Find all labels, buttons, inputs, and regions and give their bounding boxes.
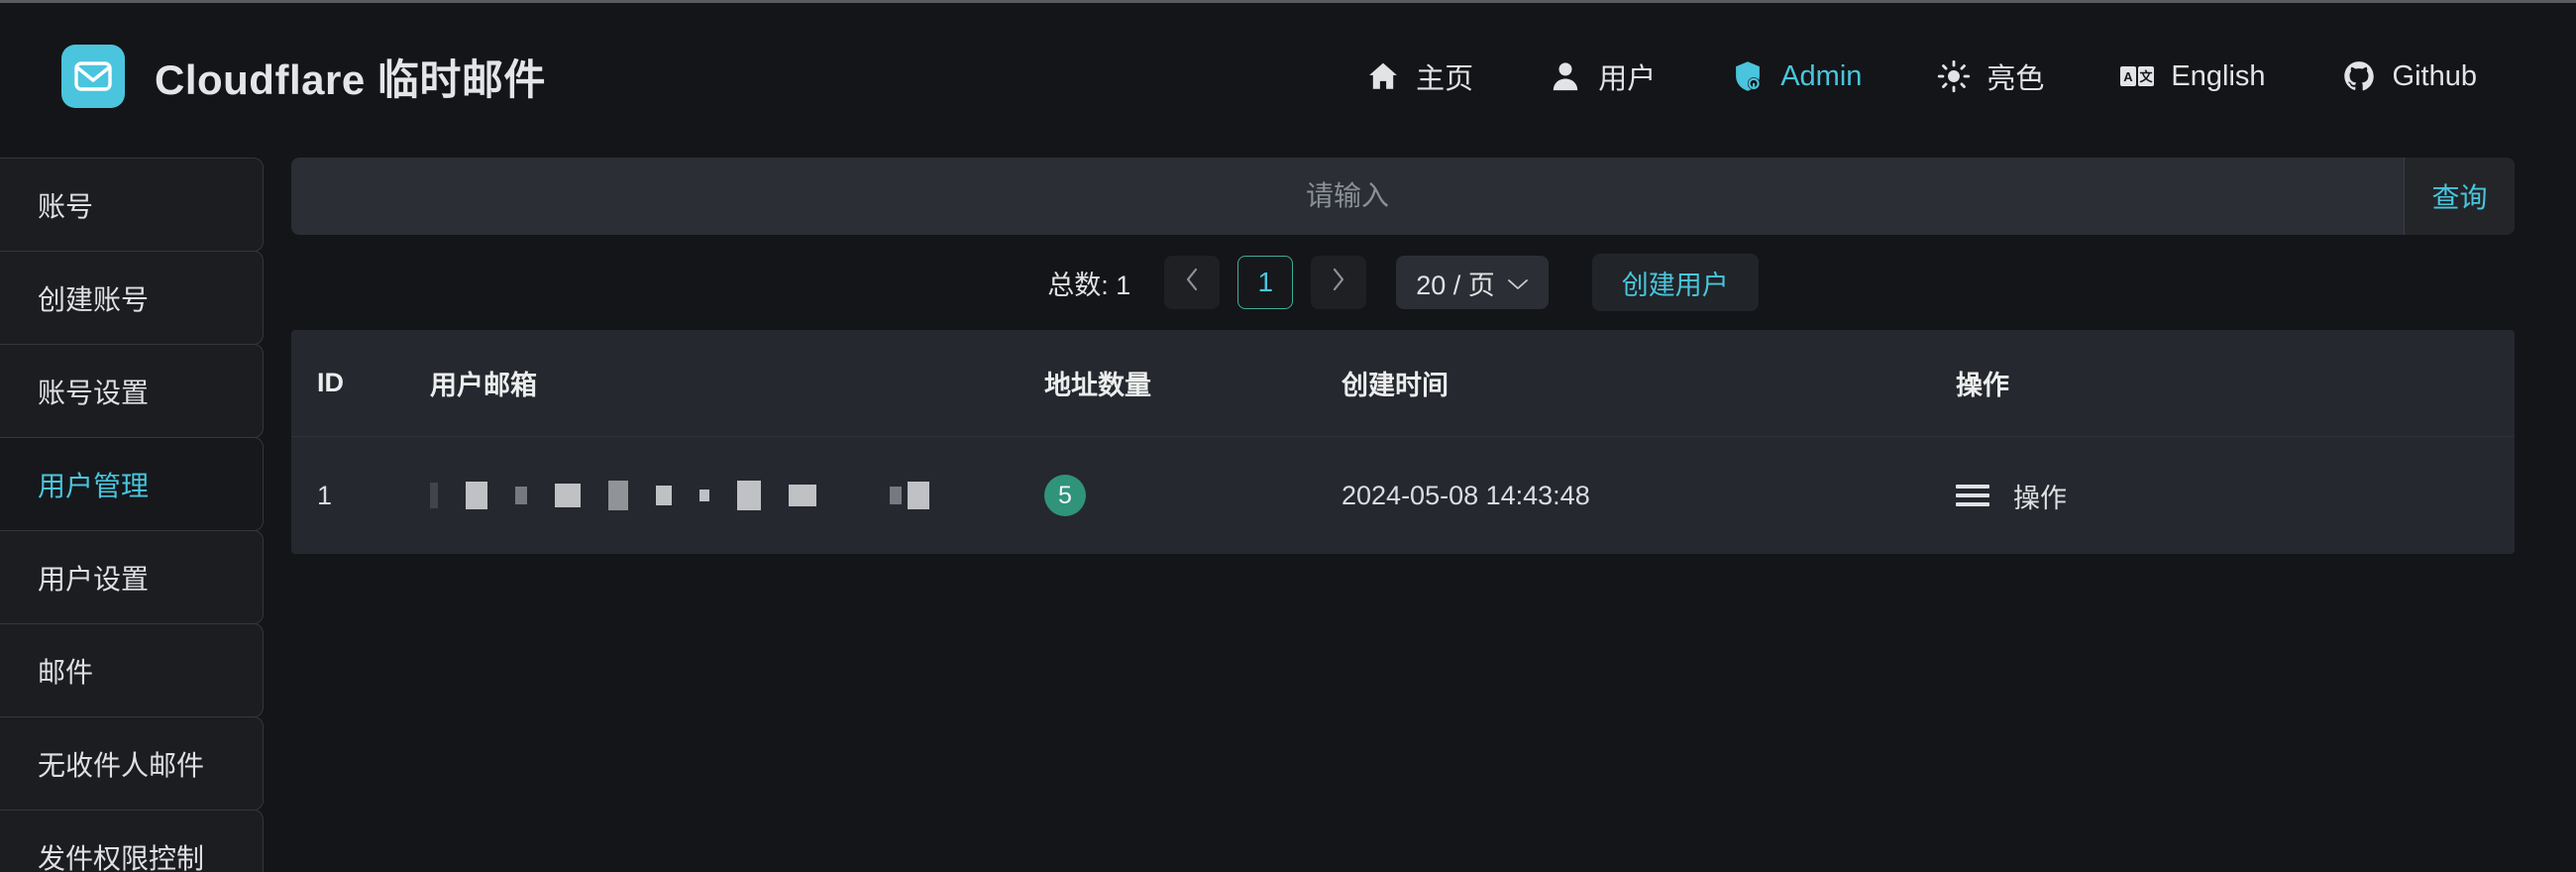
column-header-time: 创建时间 <box>1342 330 1956 437</box>
total-count-label: 总数: 1 <box>1047 270 1131 300</box>
nav-label-user: 用户 <box>1598 63 1657 95</box>
nav-item-user[interactable]: 用户 <box>1511 46 1693 107</box>
nav-label-language: English <box>2171 59 2266 92</box>
column-header-count: 地址数量 <box>1044 330 1342 437</box>
main-nav: 主页 用户 Admin 亮色 A 文 English Github <box>1329 46 2515 107</box>
search-bar: 查询 <box>291 158 2515 235</box>
sidebar-item-label: 无收件人邮件 <box>38 749 205 781</box>
sidebar-item-label: 账号设置 <box>38 377 150 408</box>
app-root: Cloudflare 临时邮件 主页 用户 Admin 亮色 A 文 Engli… <box>0 0 2576 872</box>
body-wrapper: 账号 创建账号 账号设置 用户管理 用户设置 邮件 无收件人邮件 发件权限控制 … <box>0 150 2576 872</box>
sidebar-item-label: 发件权限控制 <box>38 842 205 872</box>
sidebar-item-label: 创建账号 <box>38 283 150 315</box>
cell-created-time: 2024-05-08 14:43:48 <box>1342 480 1590 510</box>
chevron-right-icon <box>1330 267 1347 299</box>
hamburger-icon <box>1956 485 1989 506</box>
nav-item-github[interactable]: Github <box>2304 50 2515 103</box>
row-action-label: 操作 <box>2013 483 2067 513</box>
create-user-button[interactable]: 创建用户 <box>1591 254 1759 311</box>
address-count-badge: 5 <box>1044 475 1086 516</box>
sidebar-item-user-settings[interactable]: 用户设置 <box>0 530 264 624</box>
page-number-1[interactable]: 1 <box>1237 256 1294 309</box>
sidebar: 账号 创建账号 账号设置 用户管理 用户设置 邮件 无收件人邮件 发件权限控制 <box>0 150 264 872</box>
sidebar-item-mail[interactable]: 邮件 <box>0 623 264 717</box>
user-icon <box>1549 59 1582 93</box>
column-header-id: ID <box>291 330 430 437</box>
translate-icon: A 文 <box>2119 63 2155 89</box>
cell-email <box>430 437 1044 555</box>
envelope-icon <box>61 45 125 108</box>
page-number-label: 1 <box>1257 267 1274 297</box>
next-page-button[interactable] <box>1311 256 1367 309</box>
sidebar-item-label: 用户管理 <box>38 470 150 501</box>
sidebar-item-label: 账号 <box>38 190 94 222</box>
nav-item-language[interactable]: A 文 English <box>2082 51 2303 103</box>
column-header-email: 用户邮箱 <box>430 330 1044 437</box>
chevron-down-icon <box>1507 268 1529 298</box>
chevron-left-icon <box>1183 267 1201 299</box>
cell-address-count: 5 <box>1044 437 1342 555</box>
sidebar-item-label: 邮件 <box>38 656 94 688</box>
users-table: ID 用户邮箱 地址数量 创建时间 操作 1 5 2024-05-08 14:4… <box>291 330 2515 554</box>
sun-icon <box>1937 59 1971 93</box>
svg-text:文: 文 <box>2140 69 2154 85</box>
prev-page-button[interactable] <box>1164 256 1221 309</box>
nav-item-home[interactable]: 主页 <box>1329 46 1511 107</box>
page-size-select[interactable]: 20 / 页 <box>1396 256 1549 309</box>
nav-label-github: Github <box>2392 59 2477 92</box>
home-icon <box>1366 59 1400 93</box>
search-button[interactable]: 查询 <box>2404 158 2515 235</box>
main-content: 查询 总数: 1 1 <box>264 150 2576 554</box>
page-title: Cloudflare 临时邮件 <box>155 55 546 103</box>
row-action-button[interactable]: 操作 <box>1956 477 2515 515</box>
nav-item-theme[interactable]: 亮色 <box>1899 46 2082 107</box>
nav-label-admin: Admin <box>1780 59 1863 92</box>
github-icon <box>2341 59 2377 93</box>
sidebar-item-no-recipient-mail[interactable]: 无收件人邮件 <box>0 716 264 811</box>
sidebar-item-label: 用户设置 <box>38 563 150 595</box>
svg-text:A: A <box>2124 69 2134 84</box>
cell-id: 1 <box>317 480 333 510</box>
sidebar-item-account-settings[interactable]: 账号设置 <box>0 344 264 438</box>
sidebar-item-create-account[interactable]: 创建账号 <box>0 251 264 345</box>
page-size-label: 20 / 页 <box>1416 270 1495 300</box>
table-row: 1 5 2024-05-08 14:43:48 操作 <box>291 437 2515 555</box>
column-header-actions: 操作 <box>1956 330 2515 437</box>
nav-item-admin[interactable]: Admin <box>1693 50 1899 103</box>
sidebar-item-user-management[interactable]: 用户管理 <box>0 437 264 531</box>
sidebar-item-send-permission[interactable]: 发件权限控制 <box>0 810 264 872</box>
app-header: Cloudflare 临时邮件 主页 用户 Admin 亮色 A 文 Engli… <box>0 3 2576 150</box>
nav-label-theme: 亮色 <box>1986 63 2045 95</box>
nav-label-home: 主页 <box>1416 63 1474 95</box>
redacted-email <box>430 479 1044 512</box>
pagination-toolbar: 总数: 1 1 20 / 页 创建用户 <box>291 235 2515 330</box>
brand[interactable]: Cloudflare 临时邮件 <box>61 45 546 108</box>
search-input[interactable] <box>291 158 2404 235</box>
sidebar-item-accounts[interactable]: 账号 <box>0 158 264 252</box>
shield-key-icon <box>1731 59 1765 93</box>
table-header-row: ID 用户邮箱 地址数量 创建时间 操作 <box>291 330 2515 437</box>
cell-actions: 操作 <box>1956 437 2515 555</box>
